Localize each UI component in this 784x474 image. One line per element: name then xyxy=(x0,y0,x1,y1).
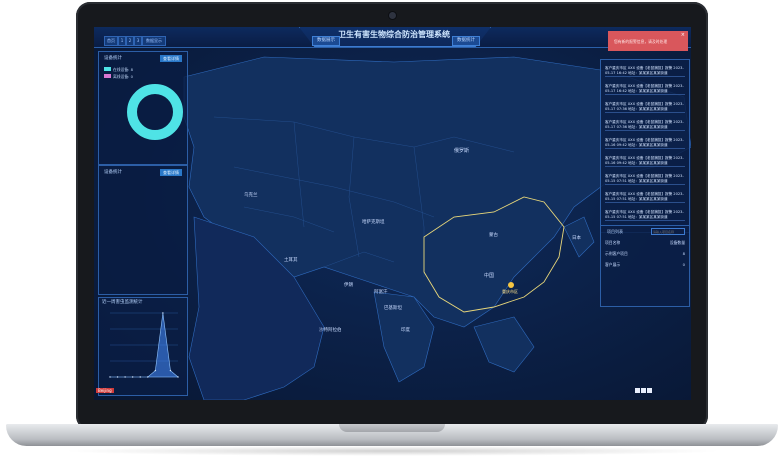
nav-page-2-button[interactable]: 2 xyxy=(126,36,134,46)
table-row[interactable]: 示例客户项目 8 xyxy=(605,249,685,258)
table-header: 项目名称 设备数量 xyxy=(605,238,685,247)
data-point xyxy=(162,312,164,314)
map-label: 伊朗 xyxy=(344,283,353,288)
alert-item[interactable]: 客户重庆市区 XXX 设备【老鼠捕捉】报警 2023-05-17 07:36 地… xyxy=(605,102,685,113)
grid-icon[interactable] xyxy=(635,388,640,393)
alert-item[interactable]: 客户重庆市区 XXX 设备【老鼠捕捉】报警 2023-05-17 16:42 地… xyxy=(605,84,685,95)
alert-list-panel: 客户重庆市区 XXX 设备【老鼠捕捉】报警 2023-05-17 16:42 地… xyxy=(600,59,690,233)
map-label: 蒙古 xyxy=(489,233,498,238)
new-alert-notice[interactable]: 您有新的报警信息，请及时处理 × xyxy=(608,31,688,51)
tab-data-display[interactable]: 数据展示 xyxy=(312,36,340,46)
grid-icon[interactable] xyxy=(641,388,646,393)
legend-online: 在线设备: 8 xyxy=(113,67,134,72)
data-point xyxy=(139,376,141,378)
project-count: 8 xyxy=(682,251,685,256)
data-display-button[interactable]: 数据显示 xyxy=(142,36,166,46)
nav-home-button[interactable]: 首页 xyxy=(104,36,118,46)
view-details-button[interactable]: 查看详情 xyxy=(160,169,182,176)
alert-notice-text: 您有新的报警信息，请及时处理 xyxy=(614,39,668,44)
legend-swatch xyxy=(104,74,111,78)
map-label: 日本 xyxy=(572,236,581,241)
map-label: 乌克兰 xyxy=(244,193,258,198)
location-marker[interactable] xyxy=(508,282,514,288)
panel-title: 设备统计 xyxy=(104,170,122,175)
alert-item[interactable]: 客户重庆市区 XXX 设备【老鼠捕捉】报警 2023-05-17 16:42 地… xyxy=(605,66,685,77)
project-search-input[interactable] xyxy=(651,228,685,235)
view-details-button[interactable]: 查看详情 xyxy=(160,55,182,62)
nav-page-1-button[interactable]: 1 xyxy=(118,36,126,46)
header-name: 项目名称 xyxy=(605,240,621,245)
chart-title: 近一周害虫监测统计 xyxy=(102,300,143,305)
panel-title: 项目列表 xyxy=(607,229,623,234)
device-status-donut xyxy=(127,84,183,140)
map-label: 中国 xyxy=(484,273,495,279)
table-row[interactable]: 客户展示 0 xyxy=(605,260,685,269)
project-name: 示例客户项目 xyxy=(605,251,628,256)
data-point xyxy=(116,376,119,378)
map-label: 阿富汗 xyxy=(374,290,388,295)
laptop-notch xyxy=(339,424,445,432)
alert-item[interactable]: 客户重庆市区 XXX 设备【老鼠捕捉】报警 2023-05-15 07:51 地… xyxy=(605,174,685,185)
header-count: 设备数量 xyxy=(669,240,685,245)
map-label: 土耳其 xyxy=(284,258,298,263)
data-point xyxy=(109,376,111,378)
webcam xyxy=(389,12,396,19)
data-point xyxy=(177,376,179,378)
app-screen: 俄罗斯 哈萨克斯坦 蒙古 中国 印度 伊朗 土耳其 沙特阿拉伯 日本 乌克兰 巴… xyxy=(94,27,691,400)
data-point xyxy=(131,376,134,378)
project-name: 客户展示 xyxy=(605,262,621,267)
device-list-panel xyxy=(98,165,188,295)
map-label: 俄罗斯 xyxy=(454,148,470,154)
laptop-shadow xyxy=(60,446,724,456)
legend-offline: 离线设备: 0 xyxy=(113,74,134,79)
project-list-panel: 项目列表 项目名称 设备数量 示例客户项目 8 客户展示 0 xyxy=(600,225,690,307)
map-label: 巴基斯坦 xyxy=(384,306,402,311)
alert-item[interactable]: 客户重庆市区 XXX 设备【老鼠捕捉】报警 2023-05-17 07:36 地… xyxy=(605,120,685,131)
badge: Beijing xyxy=(96,388,114,393)
alert-item[interactable]: 客户重庆市区 XXX 设备【老鼠捕捉】报警 2023-05-16 09:42 地… xyxy=(605,138,685,149)
map-label: 印度 xyxy=(401,328,410,333)
data-point xyxy=(124,376,126,378)
alert-item[interactable]: 客户重庆市区 XXX 设备【老鼠捕捉】报警 2023-05-15 07:51 地… xyxy=(605,210,685,221)
weekly-chart xyxy=(109,312,179,378)
tab-data-stats[interactable]: 数据统计 xyxy=(452,36,480,46)
nav-page-3-button[interactable]: 3 xyxy=(134,36,142,46)
map-label: 哈萨克斯坦 xyxy=(362,220,385,225)
alert-item[interactable]: 客户重庆市区 XXX 设备【老鼠捕捉】报警 2023-05-15 07:51 地… xyxy=(605,192,685,203)
project-count: 0 xyxy=(682,262,685,267)
legend-swatch xyxy=(104,67,111,71)
alert-item[interactable]: 客户重庆市区 XXX 设备【老鼠捕捉】报警 2023-05-16 09:42 地… xyxy=(605,156,685,167)
grid-icon[interactable] xyxy=(647,388,652,393)
panel-title: 设备统计 xyxy=(104,56,122,61)
map-label: 沙特阿拉伯 xyxy=(319,328,342,333)
marker-label: 重庆市区 xyxy=(502,289,518,294)
view-toggle[interactable] xyxy=(635,378,653,397)
data-point xyxy=(169,369,172,372)
close-icon[interactable]: × xyxy=(681,32,685,38)
data-point xyxy=(147,376,149,378)
data-point xyxy=(154,369,157,372)
